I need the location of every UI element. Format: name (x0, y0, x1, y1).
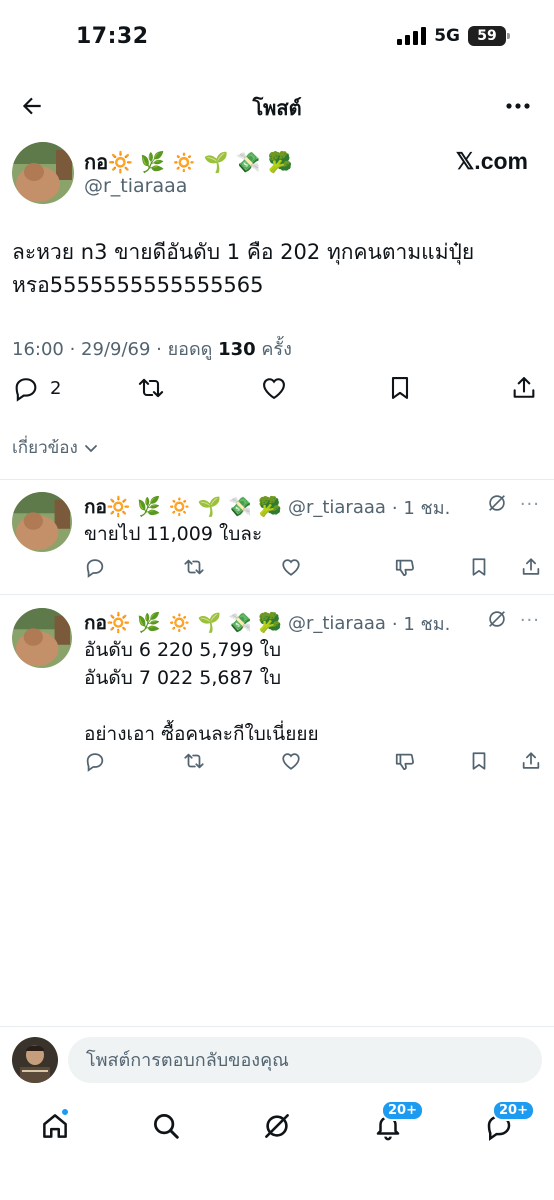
reply-count: 2 (50, 377, 62, 399)
author-handle[interactable]: @r_tiaraaa (84, 175, 187, 197)
notification-badge: 20+ (381, 1100, 424, 1121)
grok-icon (489, 611, 505, 627)
author-avatar[interactable] (12, 142, 74, 204)
bookmark-icon (472, 558, 486, 576)
page-title: โพสต์ (252, 96, 302, 120)
repost-button[interactable] (182, 556, 206, 582)
battery-icon: 59 (468, 26, 510, 46)
nav-notifications[interactable]: 20+ (366, 1100, 424, 1146)
post-actions: 2 (0, 374, 554, 406)
reply-author-name[interactable]: กอ🔆 🌿 🔅 🌱 💸 🥦 (84, 608, 282, 638)
grok-icon (489, 495, 505, 511)
nav-search[interactable] (144, 1106, 188, 1146)
source-label: 𝕏.com (455, 148, 528, 174)
share-icon (522, 558, 540, 575)
thumbs-down-icon (395, 753, 414, 771)
home-notification-dot (61, 1108, 69, 1116)
reply-text: อันดับ 6 220 5,799 ใบ อันดับ 7 022 5,687… (84, 639, 319, 745)
bookmark-icon (391, 377, 409, 399)
nav-grok[interactable] (255, 1106, 299, 1146)
related-label: เกี่ยวข้อง (12, 438, 78, 458)
share-button[interactable] (510, 374, 538, 402)
my-avatar[interactable] (12, 1037, 58, 1083)
bookmark-button[interactable] (468, 750, 490, 776)
post-time: 16:00 · 29/9/69 · ยอดดู (12, 339, 219, 360)
bookmark-icon (472, 752, 486, 770)
heart-icon (263, 378, 285, 400)
bookmark-button[interactable] (468, 556, 490, 582)
network-type: 5G (434, 26, 460, 46)
dislike-button[interactable] (394, 750, 416, 776)
repost-icon (138, 378, 164, 398)
reply-input[interactable] (68, 1037, 542, 1083)
post-meta: 16:00 · 29/9/69 · ยอดดู 130 ครั้ง (12, 334, 292, 363)
repost-icon (184, 753, 204, 769)
reply-header: กอ🔆 🌿 🔅 🌱 💸 🥦 @r_tiaraaa · 1 ชม. (84, 608, 450, 638)
reply-button[interactable]: 2 (12, 374, 61, 402)
divider (0, 594, 554, 595)
reply-post[interactable]: กอ🔆 🌿 🔅 🌱 💸 🥦 @r_tiaraaa · 1 ชม. ··· อัน… (0, 596, 554, 796)
signal-icon (397, 27, 427, 45)
reply-button[interactable] (84, 750, 106, 776)
author-name[interactable]: กอ🔆 🌿 🔅 🌱 💸 🥦 (84, 146, 292, 178)
nav-messages[interactable]: 20+ (477, 1100, 535, 1146)
more-options-button[interactable] (500, 88, 536, 124)
bottom-navigation: 20+ 20+ (0, 1100, 554, 1156)
status-bar: 17:32 5G 59 (0, 0, 554, 70)
post-text: ละหวย n3 ขายดีอันดับ 1 คือ 202 ทุกคนตามแ… (12, 240, 475, 297)
chevron-down-icon (84, 444, 97, 452)
reply-actions (84, 750, 544, 776)
reply-handle[interactable]: @r_tiaraaa (288, 497, 386, 518)
like-button[interactable] (260, 374, 288, 402)
reply-more-button[interactable]: ··· (520, 610, 540, 631)
grok-button[interactable] (486, 492, 508, 518)
reply-icon (86, 559, 104, 578)
share-button[interactable] (520, 556, 542, 582)
reply-post[interactable]: กอ🔆 🌿 🔅 🌱 💸 🥦 @r_tiaraaa · 1 ชม. ··· ขาย… (0, 480, 554, 594)
reply-time: · 1 ชม. (391, 613, 451, 635)
grok-button[interactable] (486, 608, 508, 634)
heart-icon (282, 753, 300, 770)
bookmark-button[interactable] (386, 374, 414, 402)
reply-time: · 1 ชม. (391, 497, 451, 519)
more-icon (506, 103, 530, 109)
reply-icon (15, 378, 37, 402)
like-button[interactable] (280, 556, 302, 582)
nav-home[interactable] (33, 1106, 77, 1146)
post-views: 130 (218, 339, 256, 360)
reply-handle[interactable]: @r_tiaraaa (288, 613, 386, 634)
repost-button[interactable] (136, 374, 166, 402)
thumbs-down-icon (395, 559, 414, 577)
dislike-button[interactable] (394, 556, 416, 582)
share-icon (513, 377, 535, 398)
status-indicators: 5G 59 (397, 26, 510, 46)
messages-badge: 20+ (492, 1100, 535, 1121)
top-bar: โพสต์ (0, 78, 554, 134)
reply-avatar[interactable] (12, 608, 72, 668)
grok-icon (265, 1114, 289, 1138)
repost-icon (184, 559, 204, 575)
reply-author-name[interactable]: กอ🔆 🌿 🔅 🌱 💸 🥦 (84, 492, 282, 522)
reply-icon (86, 753, 104, 772)
reply-button[interactable] (84, 556, 106, 582)
like-button[interactable] (280, 750, 302, 776)
search-icon (154, 1114, 179, 1139)
reply-compose-bar (0, 1026, 554, 1094)
reply-actions (84, 556, 544, 582)
related-filter[interactable]: เกี่ยวข้อง (12, 434, 98, 461)
heart-icon (282, 559, 300, 576)
reply-more-button[interactable]: ··· (520, 494, 540, 515)
status-time: 17:32 (76, 24, 149, 49)
reply-text: ขายไป 11,009 ใบละ (84, 523, 263, 545)
share-icon (522, 752, 540, 769)
reply-header: กอ🔆 🌿 🔅 🌱 💸 🥦 @r_tiaraaa · 1 ชม. (84, 492, 450, 522)
repost-button[interactable] (182, 750, 206, 776)
reply-avatar[interactable] (12, 492, 72, 552)
share-button[interactable] (520, 750, 542, 776)
post-views-suffix: ครั้ง (255, 339, 292, 360)
